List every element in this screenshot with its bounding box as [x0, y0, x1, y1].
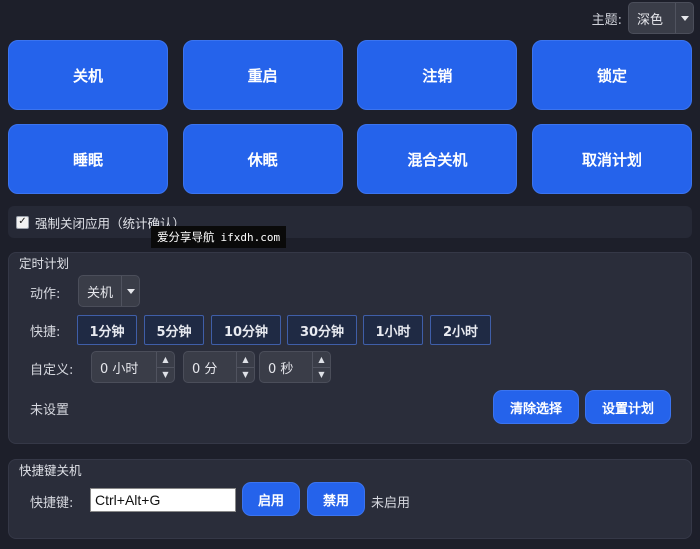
minutes-down-arrow[interactable]: ▼ [237, 366, 254, 383]
action-select[interactable]: 关机 [78, 275, 140, 307]
sleep-button[interactable]: 睡眠 [8, 124, 168, 194]
watermark: 爱分享导航 ifxdh.com [151, 226, 287, 248]
set-plan-button[interactable]: 设置计划 [585, 390, 671, 424]
seconds-up-arrow[interactable]: ▲ [313, 352, 330, 367]
minutes-value: 0 分 [192, 361, 218, 377]
hybrid-shutdown-button[interactable]: 混合关机 [357, 124, 518, 194]
theme-label: 主题: [591, 12, 622, 28]
theme-select[interactable]: 深色 [628, 2, 694, 34]
hours-value: 0 小时 [100, 361, 139, 377]
hotkey-title: 快捷键关机 [19, 463, 82, 478]
quick-5min-button[interactable]: 5分钟 [144, 315, 204, 345]
quick-10min-button[interactable]: 10分钟 [211, 315, 281, 345]
hibernate-button[interactable]: 休眠 [182, 124, 343, 194]
action-dropdown-arrow[interactable] [121, 276, 139, 306]
force-close-row: ✓ 强制关闭应用（统计确认） [8, 206, 692, 238]
hotkey-status: 未启用 [371, 496, 411, 511]
schedule-status: 未设置 [30, 403, 70, 418]
action-grid: 关机 重启 注销 锁定 睡眠 休眠 混合关机 取消计划 [8, 40, 693, 194]
action-selected-value: 关机 [87, 285, 114, 301]
theme-dropdown-arrow[interactable] [675, 3, 693, 33]
minutes-up-arrow[interactable]: ▲ [237, 352, 254, 367]
schedule-panel: 定时计划 动作: 关机 快捷: 1分钟 5分钟 10分钟 30分钟 1小时 2小… [8, 252, 692, 444]
force-close-checkbox[interactable]: ✓ [16, 215, 29, 229]
disable-hotkey-button[interactable]: 禁用 [307, 482, 365, 516]
quick-1min-button[interactable]: 1分钟 [77, 315, 137, 345]
chevron-down-icon [126, 288, 135, 294]
quick-2hour-button[interactable]: 2小时 [430, 315, 491, 345]
hours-up-arrow[interactable]: ▲ [157, 352, 174, 367]
action-label: 动作: [30, 287, 61, 302]
hotkey-panel: 快捷键关机 快捷键: Ctrl+Alt+G 启用 禁用 未启用 [8, 459, 692, 539]
hours-down-arrow[interactable]: ▼ [157, 366, 174, 383]
lock-button[interactable]: 锁定 [532, 40, 693, 110]
chevron-down-icon [680, 15, 689, 21]
hours-spinbox[interactable]: 0 小时 ▲ ▼ [91, 351, 175, 383]
seconds-spinbox[interactable]: 0 秒 ▲ ▼ [259, 351, 331, 383]
quick-30min-button[interactable]: 30分钟 [287, 315, 357, 345]
watermark-text: 爱分享导航 [157, 230, 215, 244]
shutdown-button[interactable]: 关机 [8, 40, 168, 110]
schedule-title: 定时计划 [19, 256, 70, 271]
logoff-button[interactable]: 注销 [357, 40, 518, 110]
hotkey-input[interactable]: Ctrl+Alt+G [90, 488, 236, 512]
seconds-value: 0 秒 [268, 361, 294, 377]
quick-1hour-button[interactable]: 1小时 [363, 315, 423, 345]
clear-selection-button[interactable]: 清除选择 [493, 390, 579, 424]
seconds-down-arrow[interactable]: ▼ [313, 366, 330, 383]
quick-label: 快捷: [30, 325, 61, 340]
enable-hotkey-button[interactable]: 启用 [242, 482, 300, 516]
watermark-url: ifxdh.com [220, 230, 281, 244]
theme-row: 主题: 深色 [592, 2, 694, 34]
cancel-plan-button[interactable]: 取消计划 [532, 124, 693, 194]
hotkey-label: 快捷键: [30, 496, 74, 511]
restart-button[interactable]: 重启 [182, 40, 343, 110]
custom-label: 自定义: [30, 363, 74, 378]
theme-selected-value: 深色 [637, 12, 664, 28]
minutes-spinbox[interactable]: 0 分 ▲ ▼ [183, 351, 255, 383]
